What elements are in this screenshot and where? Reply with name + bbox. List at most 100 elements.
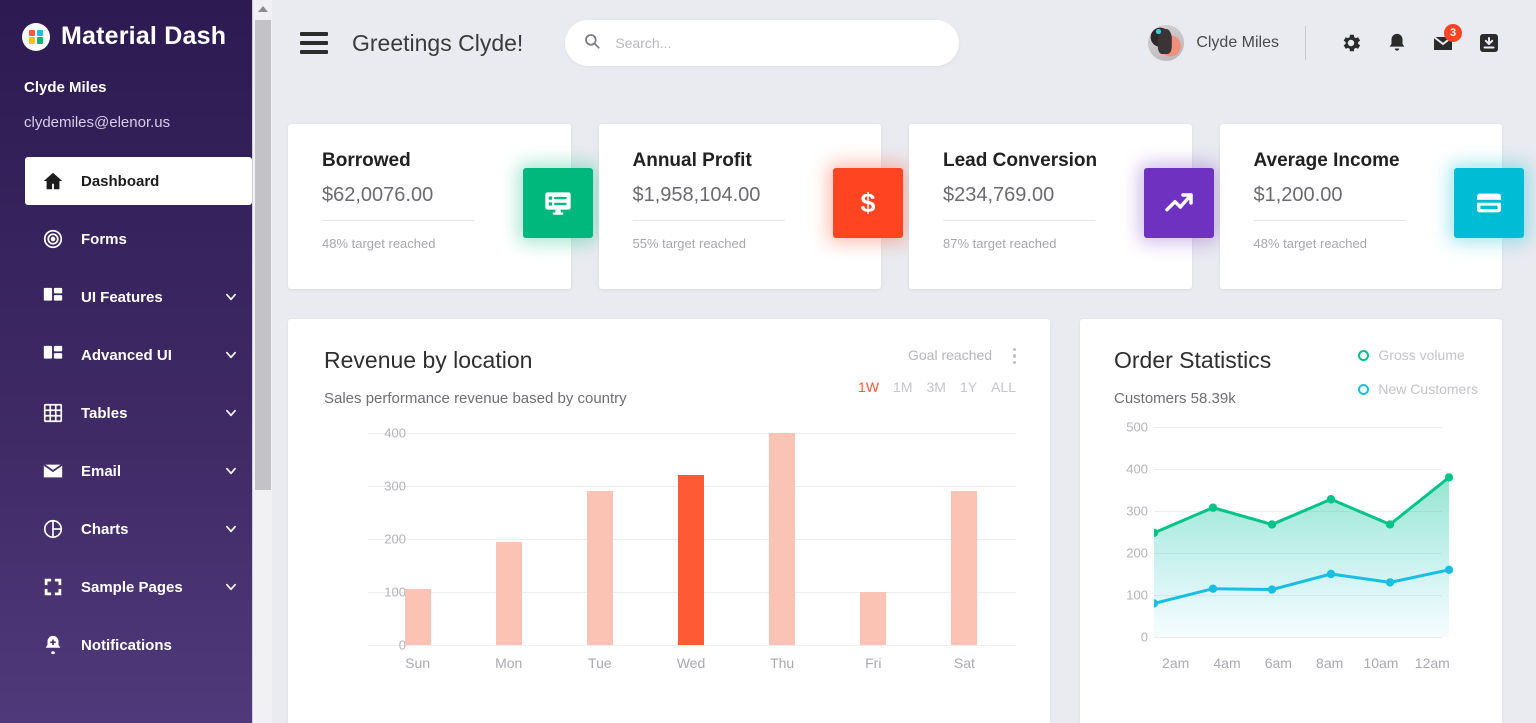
trending-up-icon [1143,168,1214,238]
scrollbar-thumb[interactable] [255,20,271,490]
divider [322,220,474,221]
bar-column[interactable] [463,433,554,645]
bar-column[interactable] [737,433,828,645]
bar[interactable] [951,491,978,645]
bar[interactable] [495,541,522,645]
table-grid-icon [41,401,65,425]
legend-dot-icon [1358,383,1370,395]
monitor-list-icon [522,168,593,238]
revenue-panel: Revenue by location Sales performance re… [288,319,1050,723]
y-axis-tick: 100 [1126,587,1148,603]
scroll-up-arrow-icon[interactable] [253,0,272,18]
legend-item-new-customers: New Customers [1358,381,1478,397]
sidebar-item-label: Email [81,462,122,480]
x-axis-label: Sat [953,655,975,671]
sidebar-item-label: UI Features [81,288,163,306]
sidebar-item-notifications[interactable]: Notifications [25,621,252,669]
divider [943,220,1095,221]
stat-card-subtitle: 55% target reached [632,236,746,251]
data-point[interactable] [1444,565,1454,574]
sidebar-item-advanced-ui[interactable]: Advanced UI [25,331,252,379]
sidebar-item-charts[interactable]: Charts [25,505,252,553]
stat-card-average-income[interactable]: Average Income $1,200.00 48% target reac… [1219,124,1524,289]
mail-icon[interactable]: 3 [1420,20,1466,66]
data-point[interactable] [1385,520,1395,529]
header-user-name: Clyde Miles [1196,34,1279,51]
x-axis-label: 8am [1316,655,1344,671]
sidebar-scrollbar[interactable] [252,0,272,723]
bar[interactable] [860,592,887,645]
bar[interactable] [769,433,796,645]
header-divider [1305,26,1306,60]
hamburger-icon[interactable] [300,32,328,54]
x-axis-label: 6am [1264,655,1292,671]
legend-label: New Customers [1378,381,1478,397]
data-point[interactable] [1208,503,1218,512]
sidebar-item-label: Forms [81,230,127,248]
data-point[interactable] [1326,569,1336,579]
x-axis-label: Wed [676,655,706,671]
bar-column[interactable] [919,433,1010,645]
page-title: Greetings Clyde! [352,29,524,56]
stat-card-lead-conversion[interactable]: Lead Conversion $234,769.00 87% target r… [909,124,1214,289]
layout-icon [41,285,65,309]
x-axis-label: Tue [588,655,612,671]
sidebar-item-dashboard[interactable]: Dashboard [25,157,252,205]
order-panel-header: Order Statistics Customers 58.39k Gross … [1114,347,1478,407]
gear-icon[interactable] [1328,20,1374,66]
dollar-icon: $ [833,168,903,238]
range-1y[interactable]: 1Y [960,379,977,395]
range-all[interactable]: ALL [991,379,1016,395]
sidebar-item-ui-features[interactable]: UI Features [25,273,252,321]
chevron-down-icon [224,580,238,594]
range-1w[interactable]: 1W [858,379,879,395]
sidebar-item-tables[interactable]: Tables [25,389,252,437]
stat-cards-row: Borrowed $62,0076.00 48% target reached [272,86,1536,289]
bar-column[interactable] [828,433,919,645]
stat-card-borrowed[interactable]: Borrowed $62,0076.00 48% target reached [288,124,593,289]
chevron-down-icon [224,522,238,536]
bar-chart-bars [372,433,1010,645]
legend-dot-icon [1358,349,1370,361]
chevron-down-icon [224,348,238,362]
brand[interactable]: Material Dash [0,0,272,51]
range-1m[interactable]: 1M [893,379,912,395]
search-input[interactable] [615,35,942,51]
stat-card-title: Lead Conversion [943,150,1098,171]
stat-card-annual-profit[interactable]: Annual Profit $1,958,104.00 55% target r… [598,124,903,289]
sidebar-user-email: clydemiles@elenor.us [24,114,171,131]
bar-column[interactable] [372,433,463,645]
bar[interactable] [404,589,431,645]
bar[interactable] [677,475,704,645]
avatar[interactable] [1148,25,1185,61]
line-chart-x-labels: 2am 4am 6am 8am 10am 12am [1150,655,1458,671]
data-point[interactable] [1385,578,1395,587]
search-box[interactable] [565,20,960,66]
order-chart-legend: Gross volume New Customers [1358,347,1478,397]
sidebar-item-forms[interactable]: Forms [25,215,252,263]
download-icon[interactable] [1466,20,1512,66]
sidebar-item-label: Dashboard [81,172,160,190]
data-point[interactable] [1267,520,1277,529]
stat-card-title: Annual Profit [632,150,752,171]
data-point[interactable] [1267,585,1277,594]
bar-column[interactable] [645,433,736,645]
bar-column[interactable] [554,433,645,645]
revenue-bar-chart: 400 300 200 100 0 Sun Mon Tue Wed Thu Fri Sat [324,426,1016,691]
x-axis-label: 4am [1213,655,1241,671]
range-3m[interactable]: 3M [927,379,946,395]
sidebar-item-sample-pages[interactable]: Sample Pages [25,563,252,611]
bell-icon[interactable] [1374,20,1420,66]
svg-text:$: $ [861,188,876,218]
chevron-down-icon [224,290,238,304]
x-axis-label: 10am [1363,655,1399,671]
data-point[interactable] [1444,473,1454,482]
stat-card-title: Borrowed [322,150,411,171]
sidebar-item-email[interactable]: Email [25,447,252,495]
sidebar-nav: Dashboard Forms UI Features Advanced UI … [0,157,272,669]
kebab-menu-icon[interactable] [1012,347,1016,365]
data-point[interactable] [1208,584,1218,593]
data-point[interactable] [1326,495,1336,504]
order-statistics-panel: Order Statistics Customers 58.39k Gross … [1080,319,1502,723]
bar[interactable] [586,491,613,645]
